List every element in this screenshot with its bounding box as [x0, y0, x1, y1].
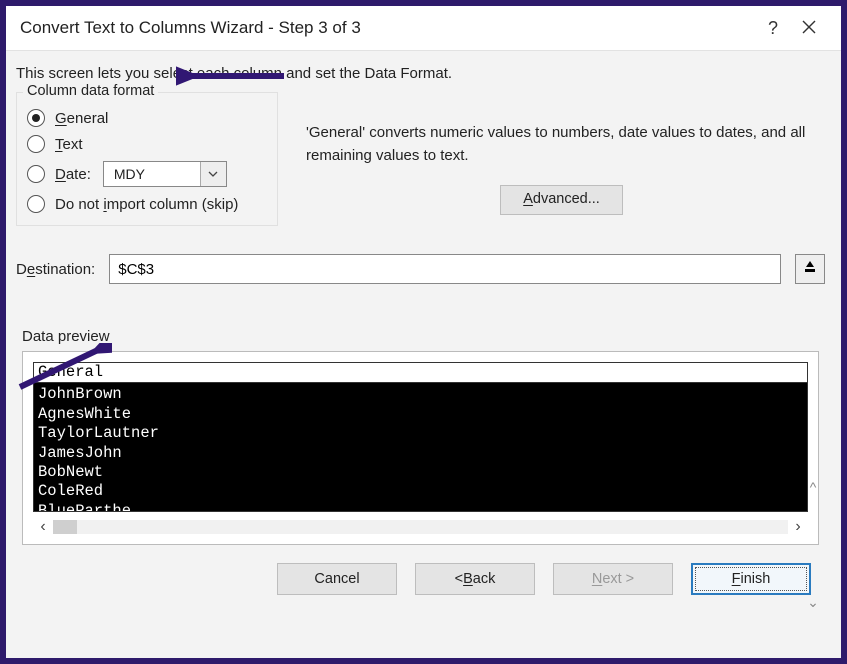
date-format-value: MDY: [104, 166, 200, 182]
column-data-format-group: Column data format General Text Date:: [16, 92, 278, 226]
radio-icon: [27, 195, 45, 213]
format-hint-area: 'General' converts numeric values to num…: [298, 92, 825, 215]
range-picker-button[interactable]: [795, 254, 825, 284]
radio-date[interactable]: Date: MDY: [27, 161, 267, 187]
finish-button[interactable]: Finish: [691, 563, 811, 595]
back-button[interactable]: < Back: [415, 563, 535, 595]
close-icon[interactable]: [791, 18, 827, 39]
wizard-buttons: Cancel < Back Next > Finish: [16, 545, 825, 595]
preview-column-header: General: [34, 363, 807, 383]
destination-label: Destination:: [16, 261, 95, 278]
preview-rows: JohnBrown AgnesWhite TaylorLautner James…: [34, 383, 807, 511]
next-button: Next >: [553, 563, 673, 595]
format-legend: Column data format: [23, 83, 158, 99]
destination-input[interactable]: $C$3: [109, 254, 781, 284]
chevron-down-icon: [200, 162, 226, 186]
scroll-up-icon[interactable]: ^: [810, 479, 817, 495]
collapse-dialog-icon: [803, 260, 817, 279]
data-preview-box: General JohnBrown AgnesWhite TaylorLautn…: [22, 351, 819, 545]
radio-general-label: General: [55, 110, 108, 127]
radio-icon: [27, 135, 45, 153]
radio-date-label: Date:: [55, 166, 91, 183]
scroll-left-icon[interactable]: ‹: [33, 518, 53, 536]
radio-skip[interactable]: Do not import column (skip): [27, 195, 267, 213]
data-preview-label: Data preview: [22, 328, 825, 345]
scroll-thumb[interactable]: [53, 520, 77, 534]
date-format-select[interactable]: MDY: [103, 161, 227, 187]
preview-grid[interactable]: General JohnBrown AgnesWhite TaylorLautn…: [33, 362, 808, 512]
radio-text[interactable]: Text: [27, 135, 267, 153]
radio-icon: [27, 165, 45, 183]
format-hint: 'General' converts numeric values to num…: [306, 122, 817, 167]
horizontal-scrollbar[interactable]: ‹ ›: [33, 512, 808, 538]
radio-icon: [27, 109, 45, 127]
scroll-track[interactable]: [53, 520, 788, 534]
dialog-title: Convert Text to Columns Wizard - Step 3 …: [20, 18, 755, 38]
destination-value: $C$3: [118, 261, 154, 278]
advanced-button[interactable]: Advanced...: [500, 185, 623, 215]
scroll-down-icon[interactable]: ⌄: [807, 594, 819, 611]
wizard-dialog: Convert Text to Columns Wizard - Step 3 …: [6, 6, 841, 658]
radio-text-label: Text: [55, 136, 83, 153]
titlebar: Convert Text to Columns Wizard - Step 3 …: [6, 6, 841, 50]
cancel-button[interactable]: Cancel: [277, 563, 397, 595]
radio-general[interactable]: General: [27, 109, 267, 127]
intro-text: This screen lets you select each column …: [16, 65, 825, 82]
dialog-body: This screen lets you select each column …: [6, 50, 841, 658]
radio-skip-label: Do not import column (skip): [55, 196, 238, 213]
vertical-scrollbar[interactable]: ^ ⌄: [803, 479, 823, 611]
help-icon[interactable]: ?: [755, 18, 791, 39]
